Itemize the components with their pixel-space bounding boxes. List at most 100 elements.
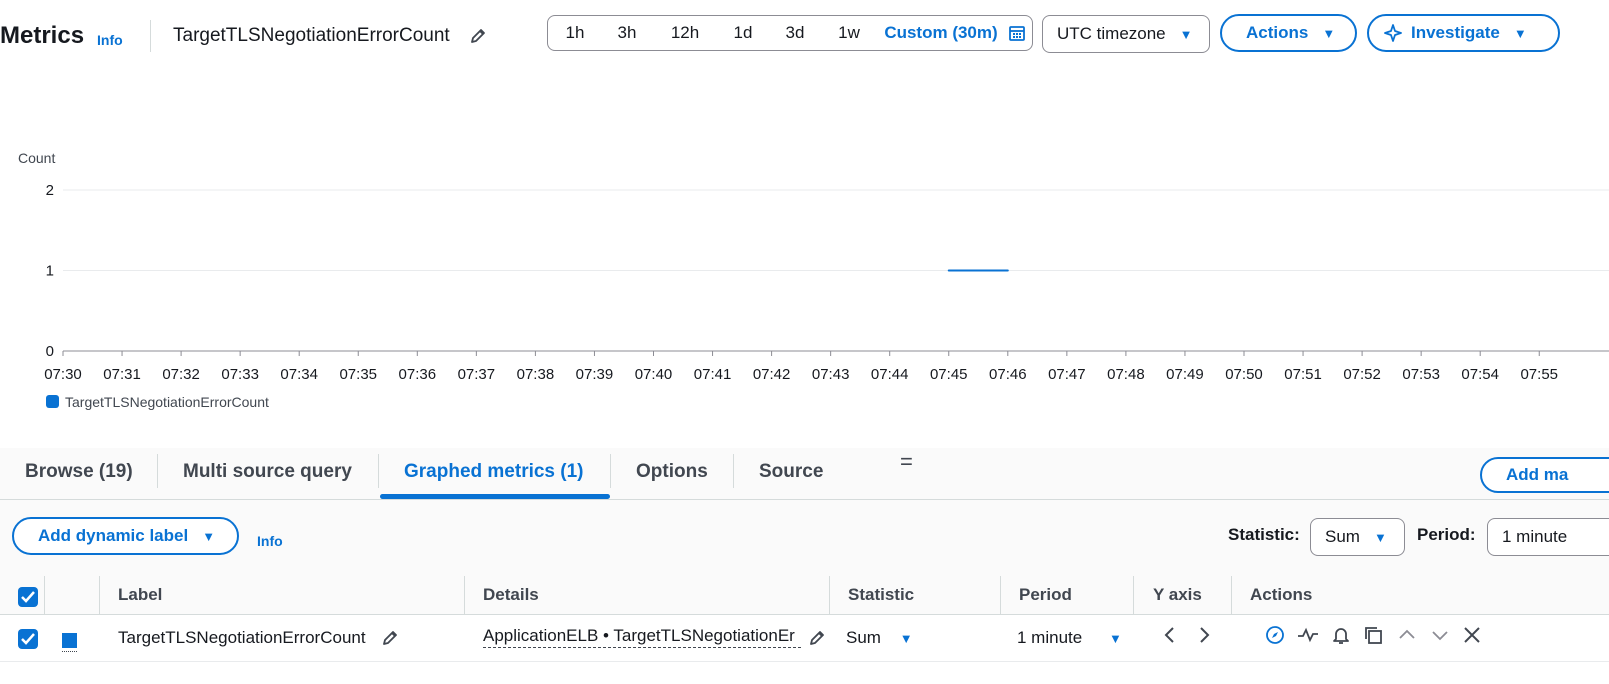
x-tick-label: 07:39 — [576, 366, 614, 383]
column-divider — [1000, 576, 1001, 615]
row-label: TargetTLSNegotiationErrorCount — [118, 628, 366, 647]
column-header-period[interactable]: Period — [1019, 585, 1072, 605]
x-tick-label: 07:43 — [812, 366, 850, 383]
caret-down-icon: ▼ — [1373, 529, 1387, 545]
edit-label-icon[interactable] — [381, 629, 399, 652]
bell-icon[interactable] — [1331, 625, 1351, 650]
row-details[interactable]: ApplicationELB • TargetTLSNegotiationEr — [483, 626, 801, 648]
x-tick-label: 07:49 — [1166, 366, 1204, 383]
range-3d[interactable]: 3d — [774, 16, 816, 50]
row-checkbox[interactable] — [18, 629, 38, 649]
range-1h[interactable]: 1h — [554, 16, 596, 50]
caret-down-icon: ▼ — [202, 528, 216, 544]
range-1w[interactable]: 1w — [828, 16, 870, 50]
range-3h[interactable]: 3h — [606, 16, 648, 50]
move-down-icon[interactable] — [1430, 625, 1450, 650]
edit-icon[interactable] — [469, 27, 487, 50]
move-up-icon[interactable] — [1397, 625, 1417, 650]
legend-label: TargetTLSNegotiationErrorCount — [65, 394, 269, 410]
tab-source[interactable]: Source — [759, 461, 823, 483]
x-tick-label: 07:46 — [989, 366, 1027, 383]
column-header-actions[interactable]: Actions — [1250, 585, 1312, 605]
statistic-select[interactable]: Sum ▼ — [1310, 518, 1405, 556]
move-to-left-axis-icon[interactable] — [1161, 625, 1179, 650]
column-divider — [829, 576, 830, 615]
calendar-icon[interactable] — [1008, 24, 1026, 47]
range-1d[interactable]: 1d — [722, 16, 764, 50]
table-header: Label Details Statistic Period Y axis Ac… — [0, 576, 1609, 615]
data-point — [1006, 269, 1009, 272]
page-header: Metrics Info TargetTLSNegotiationErrorCo… — [0, 0, 1609, 70]
range-12h[interactable]: 12h — [660, 16, 710, 50]
anomaly-detection-icon[interactable] — [1297, 625, 1319, 650]
graphed-metrics-toolbar: Add dynamic label ▼ Info Statistic: Sum … — [0, 500, 1609, 576]
row-statistic-value: Sum — [846, 628, 881, 647]
metric-chart: Count 0 1 2 07:30 07:31 07:32 07:33 07:34 07:35 07… — [18, 150, 1609, 410]
data-point — [947, 269, 950, 272]
column-header-statistic[interactable]: Statistic — [848, 585, 914, 605]
info-link[interactable]: Info — [97, 32, 123, 48]
caret-down-icon: ▼ — [1322, 25, 1336, 41]
statistic-value: Sum — [1325, 527, 1360, 546]
tab-options[interactable]: Options — [636, 461, 708, 483]
resize-handle[interactable]: = — [900, 449, 913, 475]
investigate-button[interactable]: Investigate ▼ — [1367, 14, 1560, 52]
x-tick-label: 07:31 — [103, 366, 141, 383]
row-statistic[interactable]: Sum ▼ — [846, 628, 913, 648]
swatch-underline — [62, 651, 77, 652]
x-tick-label: 07:48 — [1107, 366, 1145, 383]
close-icon[interactable] — [1462, 625, 1482, 650]
x-tick-label: 07:35 — [339, 366, 377, 383]
x-tick-label: 07:50 — [1225, 366, 1263, 383]
timezone-label: UTC timezone — [1057, 24, 1166, 43]
select-all-checkbox[interactable] — [18, 587, 38, 607]
metric-name: TargetTLSNegotiationErrorCount — [173, 25, 450, 46]
move-to-right-axis-icon[interactable] — [1195, 625, 1213, 650]
x-tick-label: 07:47 — [1048, 366, 1086, 383]
period-select[interactable]: 1 minute — [1487, 518, 1609, 556]
page-title: Metrics — [0, 22, 85, 49]
tab-separator — [157, 454, 158, 488]
row-period[interactable]: 1 minute ▼ — [1017, 628, 1122, 648]
column-header-details[interactable]: Details — [483, 585, 539, 605]
info-link[interactable]: Info — [257, 533, 283, 549]
y-tick-label: 0 — [46, 343, 54, 360]
compass-icon[interactable] — [1265, 625, 1285, 650]
tab-multi-source-query[interactable]: Multi source query — [183, 461, 352, 483]
column-divider — [1231, 576, 1232, 615]
x-tick-label: 07:52 — [1343, 366, 1381, 383]
tab-graphed-metrics[interactable]: Graphed metrics (1) — [404, 461, 584, 483]
range-custom[interactable]: Custom (30m) — [882, 16, 1000, 50]
x-tick-label: 07:38 — [517, 366, 555, 383]
timezone-select[interactable]: UTC timezone ▼ — [1042, 15, 1210, 53]
column-header-y-axis[interactable]: Y axis — [1153, 585, 1202, 605]
x-tick-label: 07:34 — [280, 366, 318, 383]
tab-browse[interactable]: Browse (19) — [25, 461, 133, 483]
y-tick-label: 1 — [46, 263, 54, 280]
y-tick-label: 2 — [46, 182, 54, 199]
column-divider — [464, 576, 465, 615]
caret-down-icon: ▼ — [1179, 26, 1193, 42]
add-math-button[interactable]: Add ma — [1480, 457, 1609, 493]
x-tick-label: 07:51 — [1284, 366, 1322, 383]
period-value: 1 minute — [1502, 527, 1568, 546]
x-tick-label: 07:55 — [1520, 366, 1558, 383]
tab-separator — [733, 454, 734, 488]
tab-separator — [378, 454, 379, 488]
column-header-label[interactable]: Label — [118, 585, 162, 605]
add-dynamic-label-button[interactable]: Add dynamic label ▼ — [12, 517, 239, 555]
x-tick-label: 07:33 — [221, 366, 259, 383]
copy-icon[interactable] — [1363, 625, 1383, 650]
actions-button[interactable]: Actions ▼ — [1220, 14, 1357, 52]
edit-details-icon[interactable] — [808, 629, 826, 652]
column-divider — [44, 576, 45, 615]
series-color-swatch[interactable] — [62, 633, 77, 648]
chart-panel: Count 0 1 2 07:30 07:31 07:32 07:33 07:34 07:35 07… — [0, 70, 1609, 448]
investigate-label: Investigate — [1411, 23, 1500, 42]
column-divider — [99, 576, 100, 615]
period-label: Period: — [1417, 525, 1476, 544]
x-tick-label: 07:53 — [1402, 366, 1440, 383]
actions-label: Actions — [1246, 23, 1309, 42]
x-tick-label: 07:37 — [458, 366, 496, 383]
x-tick-label: 07:44 — [871, 366, 909, 383]
